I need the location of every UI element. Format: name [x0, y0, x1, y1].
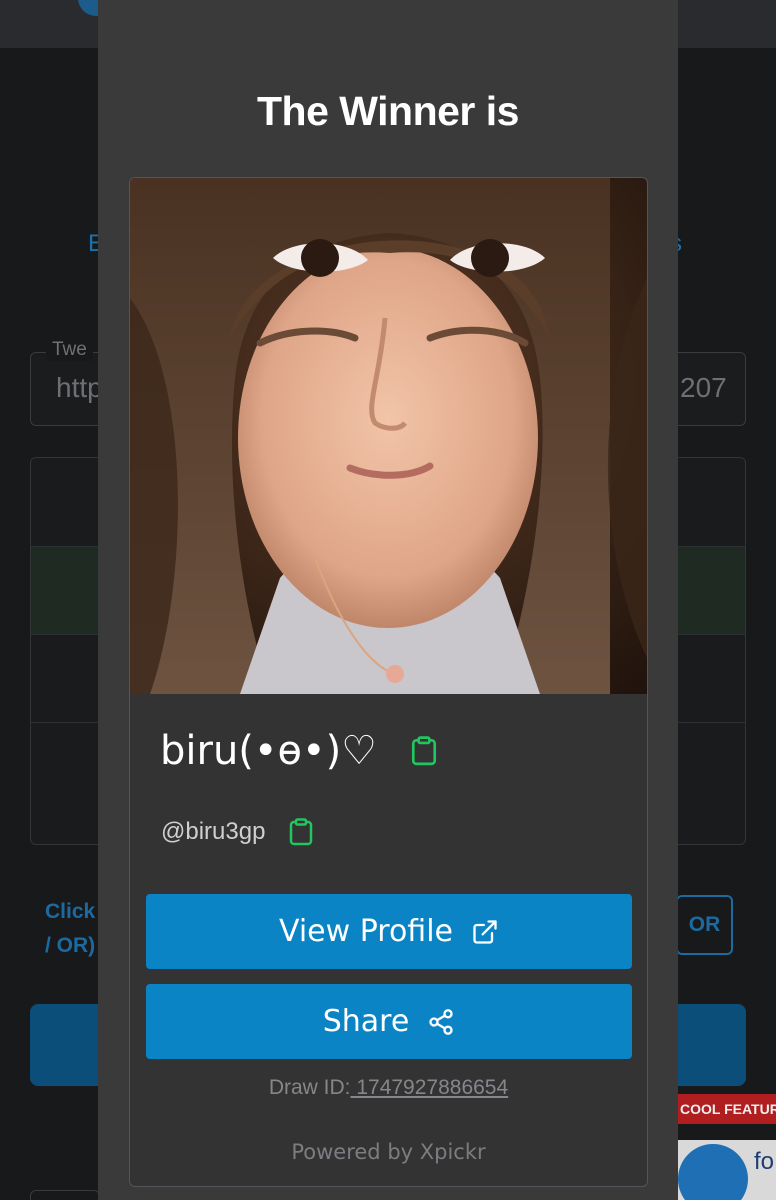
share-icon: [429, 1008, 453, 1035]
copy-handle-clipboard-icon[interactable]: [289, 818, 313, 846]
background-tweet-url-label: Twe: [46, 339, 93, 361]
background-promo-logo: [678, 1144, 748, 1200]
view-profile-button[interactable]: View Profile: [146, 894, 632, 969]
draw-id-label: Draw ID:: [268, 1076, 351, 1099]
background-click-hint: Click / OR): [45, 895, 95, 963]
winner-modal: The Winner is biru(•ɵ•)♡ @biru3gp View P…: [98, 0, 678, 1200]
winner-name-row: biru(•ɵ•)♡: [160, 728, 437, 774]
winner-display-name: biru(•ɵ•)♡: [160, 728, 378, 774]
winner-handle: @biru3gp: [161, 818, 266, 845]
draw-id-link[interactable]: 1747927886654: [351, 1076, 508, 1099]
background-click-hint-line2: / OR): [45, 934, 96, 957]
background-click-hint-line1: Click: [45, 900, 96, 923]
background-promo-text: fo: [754, 1148, 775, 1175]
background-tweet-url-value-start: http: [56, 372, 103, 403]
powered-by-text: Powered by Xpickr: [291, 1140, 486, 1164]
background-cool-feature-badge: COOL FEATUR: [676, 1094, 776, 1124]
background-promo-banner: fo: [676, 1140, 776, 1200]
view-profile-label: View Profile: [278, 914, 453, 949]
winner-profile-photo: [130, 178, 647, 694]
modal-title: The Winner is: [257, 88, 519, 134]
background-bottom-field: [30, 1190, 100, 1200]
draw-id: Draw ID: 1747927886654: [130, 1076, 647, 1100]
background-or-button: OR: [676, 895, 733, 955]
share-button[interactable]: Share: [146, 984, 632, 1059]
share-label: Share: [322, 1004, 410, 1039]
background-tweet-url-value-end: 207: [680, 372, 727, 403]
external-link-icon: [473, 919, 497, 944]
winner-card: biru(•ɵ•)♡ @biru3gp View Profile Share D…: [129, 177, 648, 1187]
winner-handle-row: @biru3gp: [161, 818, 313, 846]
copy-name-clipboard-icon[interactable]: [411, 736, 437, 766]
